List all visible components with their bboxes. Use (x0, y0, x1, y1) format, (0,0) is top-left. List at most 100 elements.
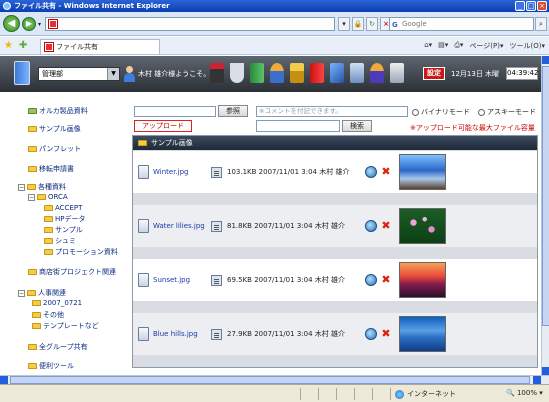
horizontal-scrollbar[interactable] (0, 375, 549, 384)
book-tool-icon[interactable] (310, 63, 324, 83)
delete-icon[interactable]: ✖ (380, 328, 392, 340)
add-favorites-icon[interactable]: ✚ (19, 40, 27, 51)
tree-item-others[interactable]: その他 (32, 310, 64, 320)
address-dropdown-button[interactable]: ▾ (338, 17, 350, 31)
download-icon[interactable] (365, 274, 377, 286)
download-icon[interactable] (365, 220, 377, 232)
home-tool-icon[interactable] (210, 63, 224, 83)
collapse-icon[interactable]: − (18, 183, 25, 191)
memo-tool-icon[interactable] (390, 63, 404, 83)
tree-item-accept[interactable]: ACCEPT (44, 204, 82, 212)
scroll-right-button[interactable] (533, 376, 541, 384)
thumbnail-winter[interactable] (399, 154, 446, 190)
document-tool-icon[interactable] (350, 63, 364, 83)
scroll-up-button[interactable] (542, 56, 549, 64)
binary-mode-radio[interactable]: バイナリモード (412, 107, 470, 117)
file-name-link[interactable]: Water lilies.jpg (153, 222, 205, 230)
settings-button[interactable]: 設定 (423, 67, 445, 80)
download-icon[interactable] (365, 166, 377, 178)
comment-input[interactable]: ※コメントを付記できます。 (256, 106, 408, 117)
tree-item-sample-images[interactable]: サンプル画像 (28, 124, 81, 134)
tree-item-tools[interactable]: 便利ツール (28, 361, 74, 371)
chevron-down-icon: ▾ (539, 389, 543, 397)
search-input[interactable]: G Google (389, 17, 534, 31)
vertical-scrollbar[interactable] (541, 56, 549, 375)
thumbnail-blue-hills[interactable] (399, 316, 446, 352)
tree-item-label: 便利ツール (39, 362, 74, 370)
address-bar[interactable] (45, 17, 335, 31)
notebook-tool-icon[interactable] (250, 63, 264, 83)
file-search-input[interactable] (256, 120, 340, 132)
download-icon[interactable] (365, 328, 377, 340)
folder-tool-icon[interactable] (290, 63, 304, 83)
zoom-control[interactable]: 🔍 100% ▾ (506, 389, 543, 397)
page-menu[interactable]: ページ(P)▾ (469, 41, 503, 51)
properties-icon[interactable] (211, 328, 222, 340)
tree-item-templates[interactable]: テンプレートなど (32, 321, 99, 331)
tree-item-sample[interactable]: サンプル (44, 225, 83, 235)
file-name-link[interactable]: Blue hills.jpg (153, 330, 198, 338)
tree-item-relocation-form[interactable]: 移転申請書 (28, 164, 74, 174)
properties-icon[interactable] (211, 274, 222, 286)
file-name-link[interactable]: Sunset.jpg (153, 276, 190, 284)
refresh-icon[interactable]: ↻ (366, 17, 378, 31)
file-path-input[interactable] (134, 106, 216, 117)
thumbnail-sunset[interactable] (399, 262, 446, 298)
scroll-down-button[interactable] (542, 367, 549, 375)
lock-icon[interactable]: 🔒 (352, 17, 364, 31)
mail-tool-icon[interactable] (230, 63, 244, 83)
minimize-button[interactable]: _ (515, 1, 525, 11)
file-name-link[interactable]: Winter.jpg (153, 168, 189, 176)
radio-icon (478, 108, 485, 116)
file-search-button[interactable]: 検索 (342, 120, 372, 132)
folder-icon (32, 323, 41, 329)
maximize-button[interactable]: □ (526, 1, 536, 11)
collapse-icon[interactable]: − (18, 289, 25, 297)
pen-tool-icon[interactable] (330, 63, 344, 83)
scroll-thumb[interactable] (542, 66, 549, 326)
person-tool-icon[interactable] (270, 63, 284, 83)
forward-button[interactable]: ▶ (22, 17, 36, 31)
thumbnail-water-lilies[interactable] (399, 208, 446, 244)
tree-item-2007-0721[interactable]: 2007_0721 (32, 299, 82, 307)
tree-item-orca[interactable]: − ORCA (28, 193, 68, 201)
tree-item-pamphlet[interactable]: パンフレット (28, 144, 81, 154)
tree-item-various-docs[interactable]: − 各種資料 (18, 182, 66, 192)
delete-icon[interactable]: ✖ (380, 166, 392, 178)
delete-icon[interactable]: ✖ (380, 220, 392, 232)
file-owner: 木村 雄介 (319, 168, 350, 176)
tree-item-hr[interactable]: − 人事関連 (18, 288, 66, 298)
collapse-icon[interactable]: − (28, 193, 35, 201)
tree-item-shopping-street[interactable]: 商店街プロジェクト関連 (28, 267, 116, 277)
file-time: 3:04 (296, 222, 313, 230)
upload-button[interactable]: アップロード (134, 120, 192, 132)
properties-icon[interactable] (211, 220, 222, 232)
favorites-star-icon[interactable]: ★ (4, 40, 13, 51)
tree-item-hp-data[interactable]: HPデータ (44, 214, 86, 224)
folder-icon (44, 205, 53, 211)
print-icon[interactable]: ⎙▾ (454, 41, 463, 51)
browse-button[interactable]: 参照 (218, 105, 248, 117)
scroll-left-button[interactable] (0, 376, 8, 384)
chevron-down-icon[interactable]: ▾ (38, 21, 41, 28)
ascii-mode-radio[interactable]: アスキーモード (478, 107, 536, 117)
search-icon[interactable]: ⌕ (535, 17, 547, 31)
properties-icon[interactable] (211, 166, 222, 178)
security-zone[interactable]: インターネット (395, 389, 456, 399)
tree-item-all-groups[interactable]: 全グループ共有 (28, 342, 88, 352)
folder-icon (28, 108, 37, 114)
close-button[interactable]: × (537, 1, 547, 11)
delete-icon[interactable]: ✖ (380, 274, 392, 286)
tools-menu[interactable]: ツール(O)▾ (510, 41, 546, 51)
group-tool-icon[interactable] (370, 63, 384, 83)
tab-file-share[interactable]: ファイル共有 (40, 39, 160, 54)
tree-item-orca-products[interactable]: オルカ製品資料 (28, 106, 88, 116)
feed-icon[interactable]: ▤▾ (438, 41, 448, 51)
tree-item-promotion[interactable]: プロモーション資料 (44, 247, 118, 257)
tree-item-hobby[interactable]: シュミ (44, 236, 76, 246)
back-button[interactable]: ◀ (3, 15, 20, 32)
department-select[interactable]: 管理部 ▼ (38, 67, 120, 81)
folder-icon (28, 166, 37, 172)
home-icon[interactable]: ⌂▾ (424, 41, 432, 51)
horizontal-scroll-thumb[interactable] (10, 376, 530, 384)
